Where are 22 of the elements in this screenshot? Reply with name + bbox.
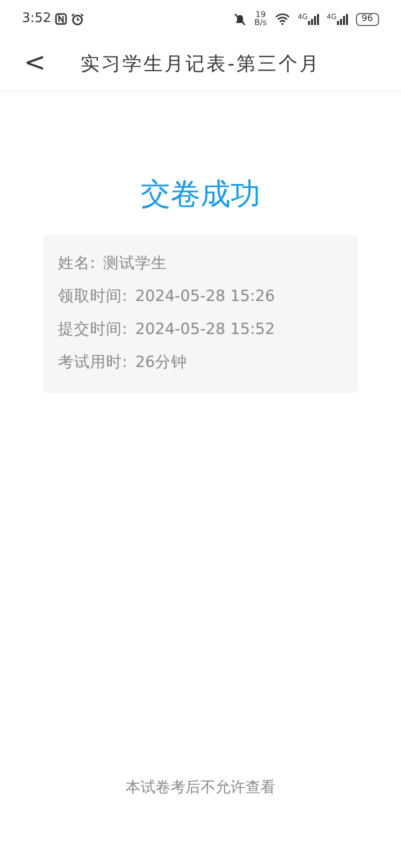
info-value: 26分钟: [135, 352, 187, 373]
info-label: 提交时间:: [58, 319, 128, 340]
info-label: 姓名:: [58, 253, 96, 274]
footer-note: 本试卷考后不允许查看: [124, 776, 276, 798]
page-title: 实习学生月记表-第三个月: [80, 52, 320, 78]
wifi-icon: [274, 13, 290, 25]
muted-bell-icon: [234, 12, 246, 26]
speed-unit: B/s: [254, 19, 267, 27]
battery-indicator: 96: [356, 12, 379, 26]
info-value: 2024-05-28 15:52: [135, 319, 275, 340]
info-value: 2024-05-28 15:26: [135, 286, 275, 307]
nfc-icon: [55, 13, 68, 25]
alarm-icon: [71, 12, 84, 26]
back-button[interactable]: <: [18, 48, 52, 78]
speed-value: 19: [254, 11, 267, 19]
info-value: 测试学生: [103, 253, 168, 274]
signal-icon: [308, 14, 319, 24]
info-label: 考试用时:: [58, 352, 128, 373]
info-label: 领取时间:: [58, 286, 128, 307]
status-time: 3:52: [22, 10, 52, 28]
signal-icon: [336, 14, 348, 24]
success-heading: 交卷成功: [140, 176, 262, 214]
